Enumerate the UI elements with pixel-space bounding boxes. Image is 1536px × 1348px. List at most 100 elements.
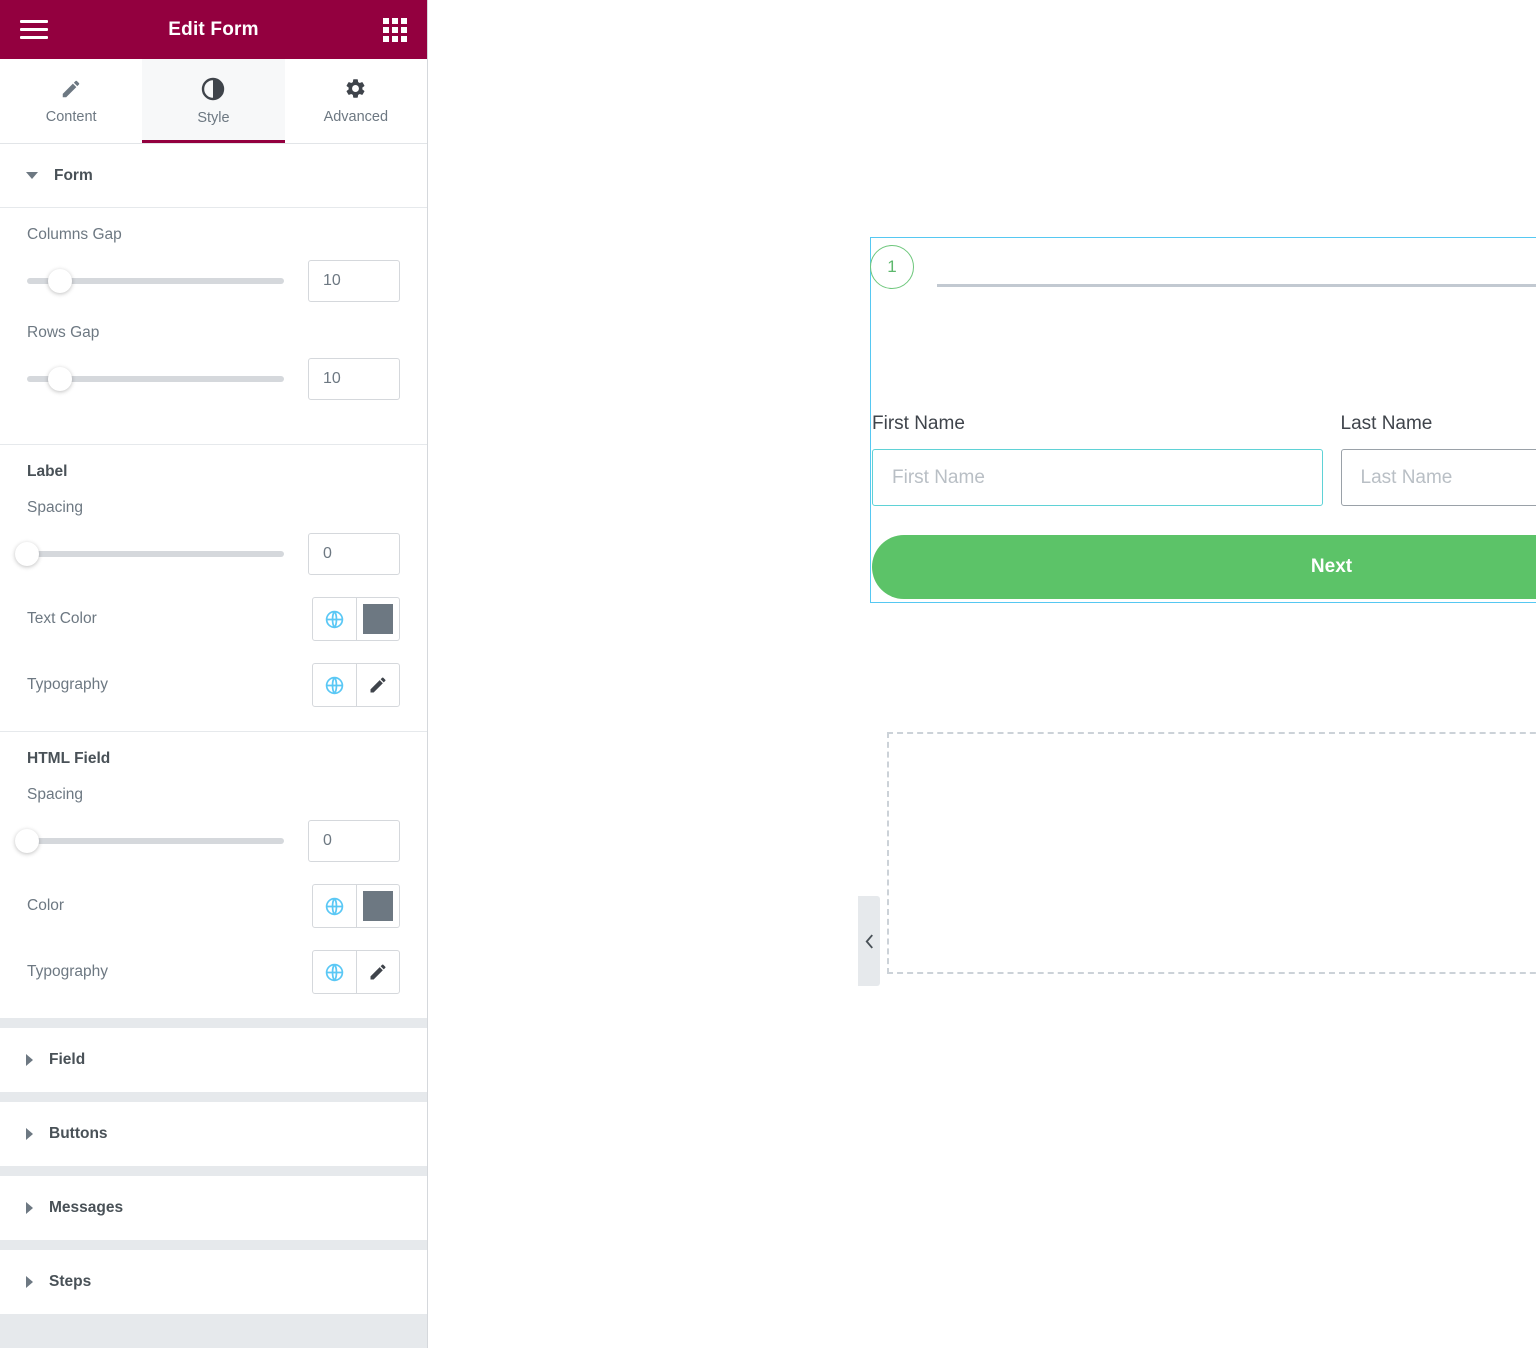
section-title-steps: Steps (49, 1273, 92, 1290)
html-field-spacing-input[interactable]: 0 (308, 820, 400, 862)
steps-progress-line (937, 284, 1536, 287)
tab-advanced[interactable]: Advanced (285, 59, 427, 143)
gear-icon (344, 77, 367, 100)
tab-style-label: Style (197, 109, 230, 126)
group-form-controls: Columns Gap 10 Rows Gap 10 (0, 208, 427, 444)
html-field-color-control (312, 884, 400, 928)
form-fields-row: First Name First Name Last Name Last Nam… (872, 413, 1536, 506)
globe-icon[interactable] (313, 664, 356, 706)
label-text-color-row: Text Color (27, 597, 400, 641)
hamburger-menu-icon[interactable] (20, 19, 48, 40)
collapsed-sections: Field Buttons Messages Steps (0, 1028, 427, 1314)
section-gap (0, 1092, 427, 1102)
label-spacing-label: Spacing (27, 499, 84, 516)
color-swatch (363, 604, 393, 634)
label-typography-edit-button[interactable] (356, 664, 399, 706)
html-field-spacing-slider-handle[interactable] (15, 829, 39, 853)
section-gap (0, 1166, 427, 1176)
editor-canvas: 1 2 Contact Info First Name First Name L… (429, 0, 1536, 1348)
html-field-typography-row: Typography (27, 950, 400, 994)
globe-icon[interactable] (313, 885, 356, 927)
section-header-buttons[interactable]: Buttons (0, 1102, 427, 1166)
group-label: Label Spacing 0 Text Color Typography (0, 445, 427, 731)
columns-gap-slider[interactable] (27, 269, 284, 293)
html-field-color-label: Color (27, 897, 65, 914)
globe-icon[interactable] (313, 598, 356, 640)
editor-root: Edit Form Content Style Advanced Form Co… (0, 0, 1536, 1348)
section-gap (0, 1240, 427, 1250)
input-last-name[interactable]: Last Name (1340, 449, 1536, 506)
form-widget[interactable]: 1 2 Contact Info First Name First Name L… (870, 237, 1536, 603)
elementor-settings-panel: Edit Form Content Style Advanced Form Co… (0, 0, 428, 1348)
rows-gap-slider-handle[interactable] (48, 367, 73, 391)
chevron-right-icon (26, 1054, 33, 1066)
form-steps-indicator: 1 2 Contact Info (870, 238, 1536, 408)
html-field-typography-edit-button[interactable] (356, 951, 399, 993)
label-group-title: Label (27, 463, 68, 480)
chevron-right-icon (26, 1202, 33, 1214)
section-header-steps[interactable]: Steps (0, 1250, 427, 1314)
widget-dropzone[interactable]: Drag widget here (887, 732, 1536, 974)
label-spacing-slider-handle[interactable] (15, 542, 39, 566)
chevron-right-icon (26, 1276, 33, 1288)
panel-collapse-handle[interactable] (858, 896, 880, 986)
section-header-messages[interactable]: Messages (0, 1176, 427, 1240)
panel-footer-spacer (0, 1318, 427, 1348)
columns-gap-input[interactable]: 10 (308, 260, 400, 302)
html-field-typography-control (312, 950, 400, 994)
panel-header: Edit Form (0, 0, 427, 59)
label-text-color-label: Text Color (27, 610, 97, 627)
label-spacing-input[interactable]: 0 (308, 533, 400, 575)
globe-icon[interactable] (313, 951, 356, 993)
label-typography-control (312, 663, 400, 707)
next-button[interactable]: Next (872, 535, 1536, 599)
columns-gap-row: 10 (27, 260, 400, 302)
section-title-buttons: Buttons (49, 1125, 108, 1142)
widgets-grid-icon[interactable] (383, 17, 407, 42)
chevron-left-icon (865, 933, 873, 949)
columns-gap-slider-handle[interactable] (48, 269, 73, 293)
contrast-icon (201, 77, 225, 101)
panel-tabs: Content Style Advanced (0, 59, 427, 144)
label-spacing-slider[interactable] (15, 542, 284, 566)
color-swatch (363, 891, 393, 921)
input-first-name[interactable]: First Name (872, 449, 1323, 506)
chevron-down-icon (26, 172, 38, 179)
section-title-messages: Messages (49, 1199, 124, 1216)
label-spacing-row: 0 (15, 533, 400, 575)
tab-content-label: Content (45, 108, 97, 125)
label-typography-label: Typography (27, 676, 108, 693)
rows-gap-input[interactable]: 10 (308, 358, 400, 400)
pencil-icon (60, 78, 82, 100)
field-label-last-name: Last Name (1340, 413, 1433, 434)
step-number-1: 1 (887, 257, 897, 276)
html-field-group-title: HTML Field (27, 750, 111, 767)
chevron-right-icon (26, 1128, 33, 1140)
html-field-color-row: Color (27, 884, 400, 928)
panel-body: Form Columns Gap 10 Rows Gap 10 Label Sp… (0, 144, 427, 1314)
tab-style[interactable]: Style (142, 59, 285, 143)
rows-gap-label: Rows Gap (27, 324, 100, 341)
tab-content[interactable]: Content (0, 59, 142, 143)
html-field-spacing-label: Spacing (27, 786, 84, 803)
section-header-form[interactable]: Form (0, 144, 427, 208)
section-title-form: Form (54, 166, 93, 184)
section-title-field: Field (49, 1051, 86, 1068)
columns-gap-label: Columns Gap (27, 226, 122, 243)
tab-advanced-label: Advanced (323, 109, 389, 125)
html-field-spacing-slider[interactable] (15, 829, 284, 853)
html-field-typography-label: Typography (27, 963, 108, 980)
field-first-name: First Name First Name (872, 413, 1323, 506)
rows-gap-slider[interactable] (27, 367, 284, 391)
label-text-color-swatch[interactable] (356, 598, 399, 640)
panel-title: Edit Form (168, 18, 259, 40)
section-header-field[interactable]: Field (0, 1028, 427, 1092)
html-field-color-swatch[interactable] (356, 885, 399, 927)
html-field-spacing-row: 0 (15, 820, 400, 862)
field-label-first-name: First Name (872, 413, 965, 434)
section-gap (0, 1018, 427, 1028)
rows-gap-row: 10 (27, 358, 400, 400)
step-indicator-1[interactable]: 1 (870, 245, 914, 289)
field-last-name: Last Name Last Name (1340, 413, 1536, 506)
group-html-field: HTML Field Spacing 0 Color Typography (0, 732, 427, 1018)
